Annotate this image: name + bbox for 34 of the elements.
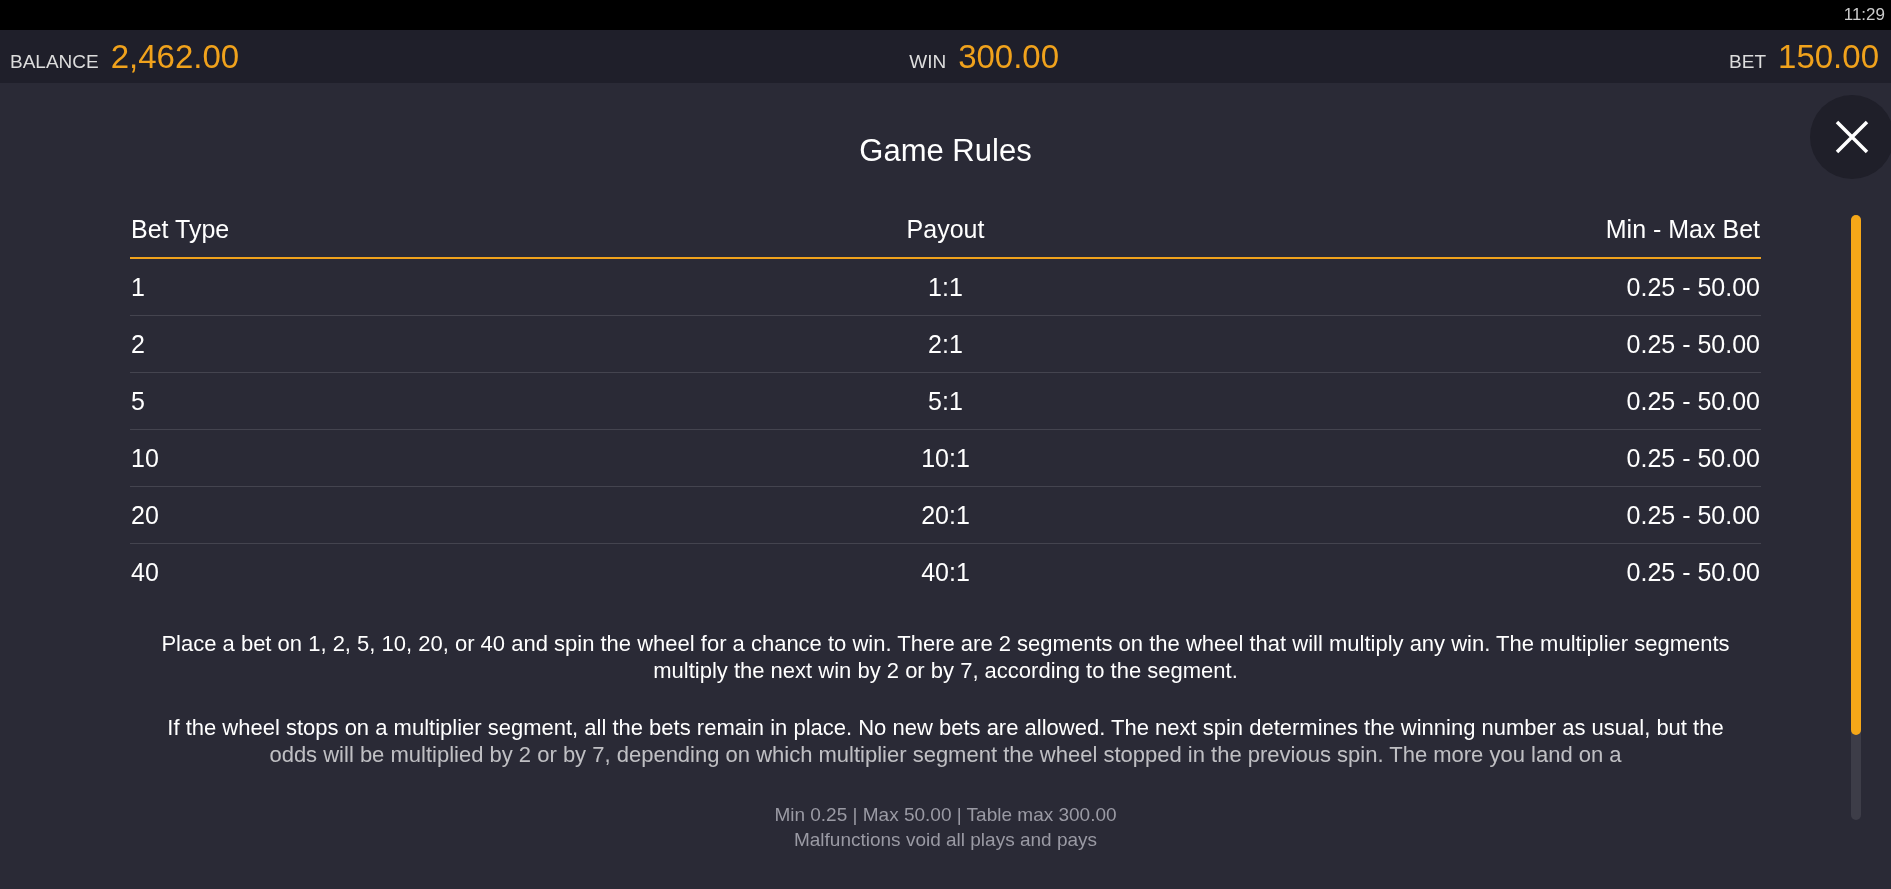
table-cell: 2:1 bbox=[928, 329, 963, 358]
table-cell: 0.25 - 50.00 bbox=[1626, 329, 1760, 358]
balance-label: BALANCE bbox=[10, 50, 99, 73]
column-header: Bet Type bbox=[131, 214, 230, 243]
bet-amount: 150.00 bbox=[1778, 37, 1879, 76]
table-cell: 0.25 - 50.00 bbox=[1626, 443, 1760, 472]
rules-paragraph: If the wheel stops on a multiplier segment, all the bets remain in place. No new bets are allowed. The next spin determines the winning number as usual, but the odds will be multiplied by 2 or by 7, depending on which multiplier segment the wheel stopped in the previous spin. The more you land on a bbox=[166, 714, 1725, 768]
bet-label: BET bbox=[1729, 50, 1767, 73]
table-cell: 0.25 - 50.00 bbox=[1626, 386, 1760, 415]
table-cell: 5:1 bbox=[928, 386, 963, 415]
status-time: 11:29 bbox=[1843, 5, 1885, 25]
table-cell: 20 bbox=[131, 500, 159, 529]
column-header: Min - Max Bet bbox=[1605, 214, 1760, 243]
rules-paragraph: Place a bet on 1, 2, 5, 10, 20, or 40 and spin the wheel for a chance to win. There are 2 segments on the wheel that will multiply any win. The multiplier segments multiply the next win by 2 or by 7, according to the segment. bbox=[160, 630, 1731, 684]
footer-note: Min 0.25 | Max 50.00 | Table max 300.00 bbox=[773, 803, 1118, 827]
table-cell: 10:1 bbox=[921, 443, 970, 472]
footer-note: Malfunctions void all plays and pays bbox=[792, 828, 1099, 852]
column-header: Payout bbox=[906, 214, 985, 243]
table-cell: 0.25 - 50.00 bbox=[1626, 272, 1760, 301]
table-cell: 40 bbox=[131, 557, 159, 586]
table-cell: 0.25 - 50.00 bbox=[1626, 500, 1760, 529]
table-cell: 20:1 bbox=[921, 500, 970, 529]
table-cell: 40:1 bbox=[921, 557, 970, 586]
table-cell: 2 bbox=[131, 329, 145, 358]
table-cell: 0.25 - 50.00 bbox=[1626, 557, 1760, 586]
balance-amount: 2,462.00 bbox=[110, 37, 240, 76]
table-cell: 1:1 bbox=[928, 272, 963, 301]
win-amount: 300.00 bbox=[958, 37, 1060, 76]
rules-title: Game Rules bbox=[859, 133, 1032, 169]
table-cell: 10 bbox=[131, 443, 159, 472]
close-icon bbox=[1835, 120, 1869, 154]
win-label: WIN bbox=[909, 50, 947, 73]
table-cell: 5 bbox=[131, 386, 145, 415]
table-cell: 1 bbox=[131, 272, 145, 301]
